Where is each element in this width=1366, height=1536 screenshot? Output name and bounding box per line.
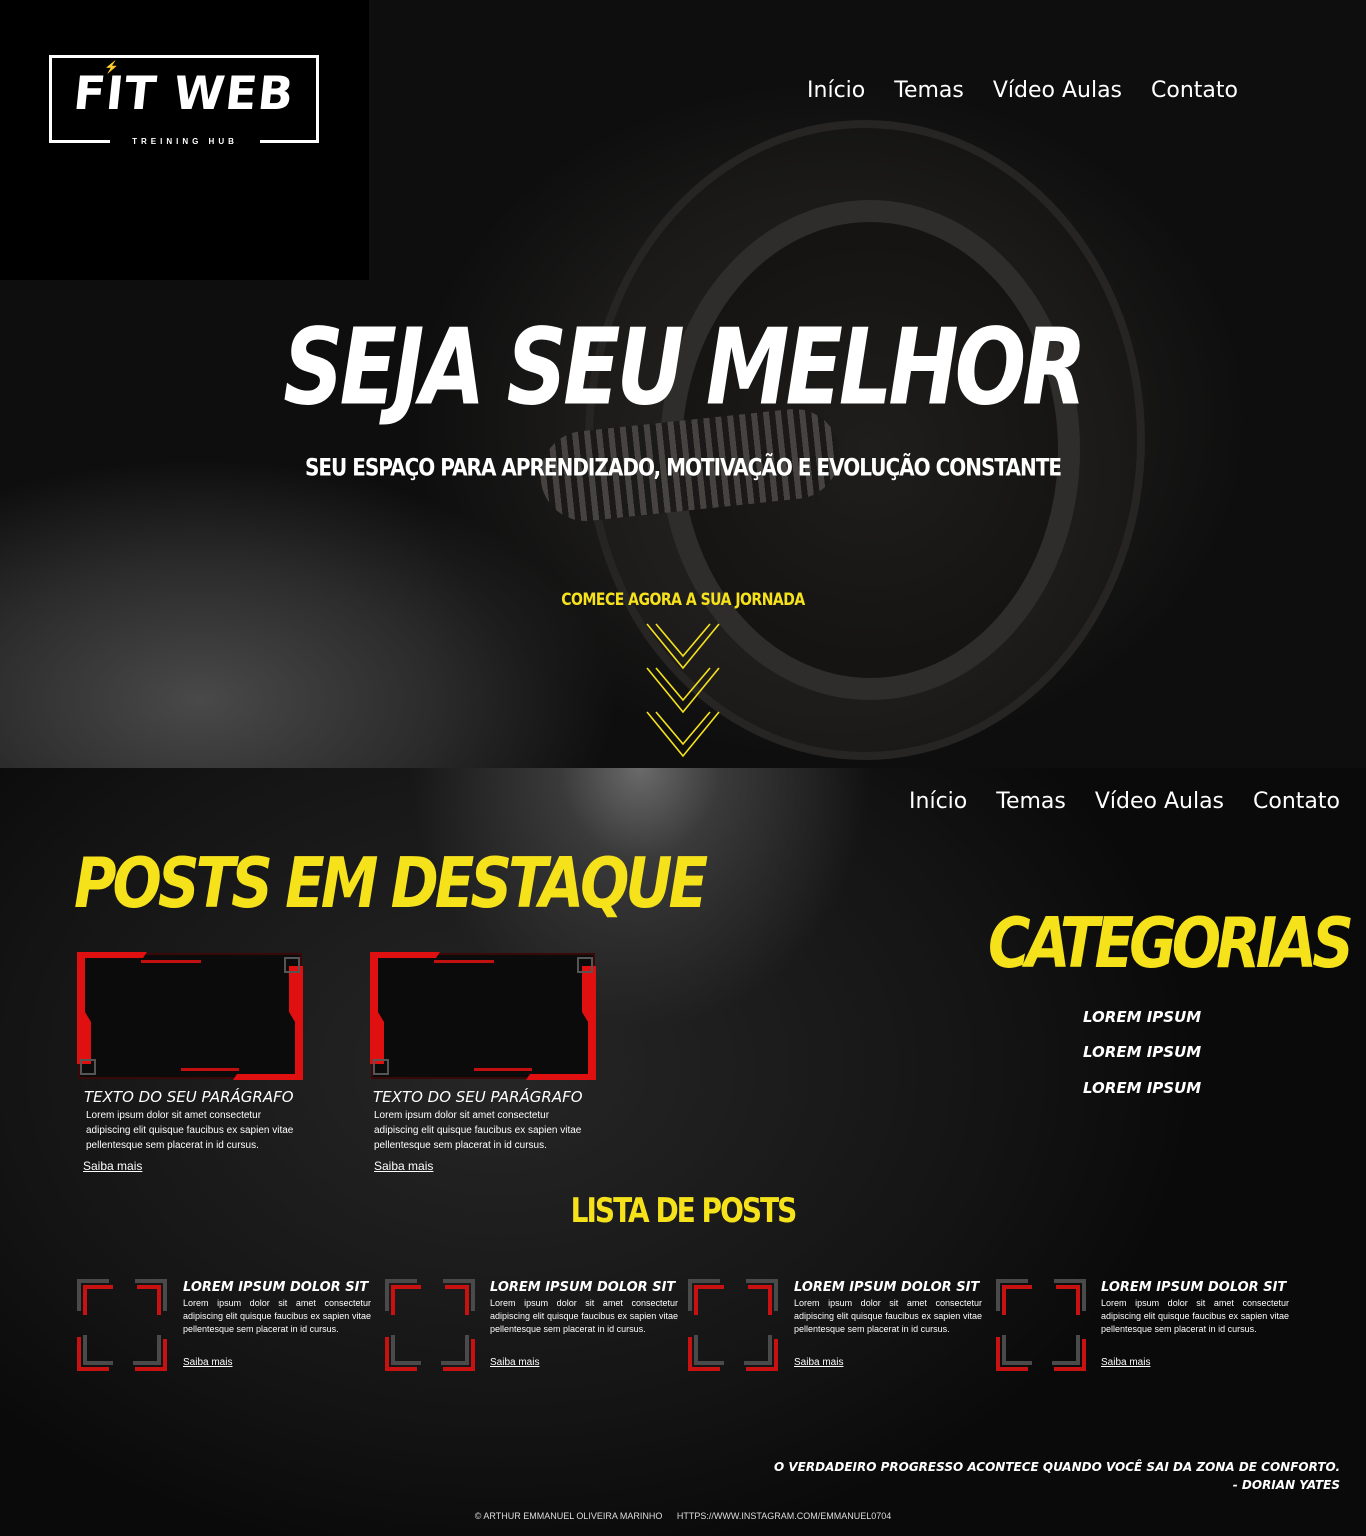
nav-item-contato[interactable]: Contato	[1253, 789, 1340, 814]
nav-item-inicio[interactable]: Início	[807, 78, 865, 103]
category-item[interactable]: LOREM IPSUM	[1083, 1008, 1201, 1026]
post-excerpt: Lorem ipsum dolor sit amet consectetur a…	[1101, 1298, 1289, 1334]
read-more-link[interactable]: Saiba mais	[1101, 1357, 1150, 1368]
featured-card-text: Lorem ipsum dolor sit amet consectetur a…	[374, 1110, 582, 1151]
nav-item-video-aulas[interactable]: Vídeo Aulas	[993, 78, 1122, 103]
post-thumbnail-frame[interactable]	[994, 1277, 1088, 1373]
cta-link[interactable]: COMECE AGORA A SUA JORNADA	[0, 590, 1366, 609]
category-item[interactable]: LOREM IPSUM	[1083, 1079, 1201, 1097]
read-more-link[interactable]: Saiba mais	[374, 1159, 433, 1173]
read-more-link[interactable]: Saiba mais	[490, 1357, 539, 1368]
featured-card-title: TEXTO DO SEU PARÁGRAFO	[373, 1088, 583, 1106]
quote-author: - DORIAN YATES	[1232, 1478, 1340, 1492]
secondary-nav: Início Temas Vídeo Aulas Contato	[909, 789, 1340, 814]
post-excerpt: Lorem ipsum dolor sit amet consectetur a…	[183, 1298, 371, 1334]
featured-card-title: TEXTO DO SEU PARÁGRAFO	[84, 1088, 294, 1106]
post-title: LOREM IPSUM DOLOR SIT	[794, 1280, 980, 1295]
featured-card-text: Lorem ipsum dolor sit amet consectetur a…	[86, 1110, 294, 1151]
footer-instagram-link[interactable]: HTTPS://WWW.INSTAGRAM.COM/EMMANUEL0704	[677, 1511, 891, 1521]
post-excerpt: Lorem ipsum dolor sit amet consectetur a…	[490, 1298, 678, 1334]
footer: © ARTHUR EMMANUEL OLIVEIRA MARINHO HTTPS…	[0, 1511, 1366, 1521]
read-more-link[interactable]: Saiba mais	[794, 1357, 843, 1368]
nav-item-temas[interactable]: Temas	[894, 78, 964, 103]
read-more-link[interactable]: Saiba mais	[83, 1159, 142, 1173]
nav-item-inicio[interactable]: Início	[909, 789, 967, 814]
post-thumbnail-frame[interactable]	[686, 1277, 780, 1373]
logo-text: FIT WEB	[71, 66, 297, 120]
read-more-link[interactable]: Saiba mais	[183, 1357, 232, 1368]
post-list-title: LISTA DE POSTS	[570, 1190, 798, 1231]
triple-chevron-down-icon[interactable]	[646, 622, 720, 762]
logo-subtitle: TREINING HUB	[110, 135, 260, 149]
post-thumbnail-frame[interactable]	[383, 1277, 477, 1373]
category-item[interactable]: LOREM IPSUM	[1083, 1043, 1201, 1061]
nav-item-video-aulas[interactable]: Vídeo Aulas	[1095, 789, 1224, 814]
logo[interactable]: FIT WEB ⚡ TREINING HUB	[0, 0, 369, 280]
motivational-quote: O VERDADEIRO PROGRESSO ACONTECE QUANDO V…	[774, 1458, 1340, 1494]
categories-title: CATEGORIAS	[988, 902, 1354, 984]
featured-posts-title: POSTS EM DESTAQUE	[74, 842, 708, 924]
post-thumbnail-frame[interactable]	[75, 1277, 169, 1373]
quote-text: O VERDADEIRO PROGRESSO ACONTECE QUANDO V…	[774, 1460, 1340, 1474]
hero-subtitle: SEU ESPAÇO PARA APRENDIZADO, MOTIVAÇÃO E…	[304, 452, 1062, 482]
hero-section: FIT WEB ⚡ TREINING HUB Início Temas Víde…	[0, 0, 1366, 768]
post-title: LOREM IPSUM DOLOR SIT	[183, 1280, 369, 1295]
nav-item-temas[interactable]: Temas	[996, 789, 1066, 814]
featured-card-frame[interactable]	[370, 952, 596, 1080]
featured-card-frame[interactable]	[77, 952, 303, 1080]
lightning-icon: ⚡	[104, 60, 119, 74]
top-nav: Início Temas Vídeo Aulas Contato	[807, 78, 1238, 103]
hero-title: SEJA SEU MELHOR	[283, 305, 1087, 429]
post-excerpt: Lorem ipsum dolor sit amet consectetur a…	[794, 1298, 982, 1334]
nav-item-contato[interactable]: Contato	[1151, 78, 1238, 103]
post-title: LOREM IPSUM DOLOR SIT	[1101, 1280, 1287, 1295]
post-title: LOREM IPSUM DOLOR SIT	[490, 1280, 676, 1295]
footer-copyright: © ARTHUR EMMANUEL OLIVEIRA MARINHO	[474, 1511, 663, 1521]
